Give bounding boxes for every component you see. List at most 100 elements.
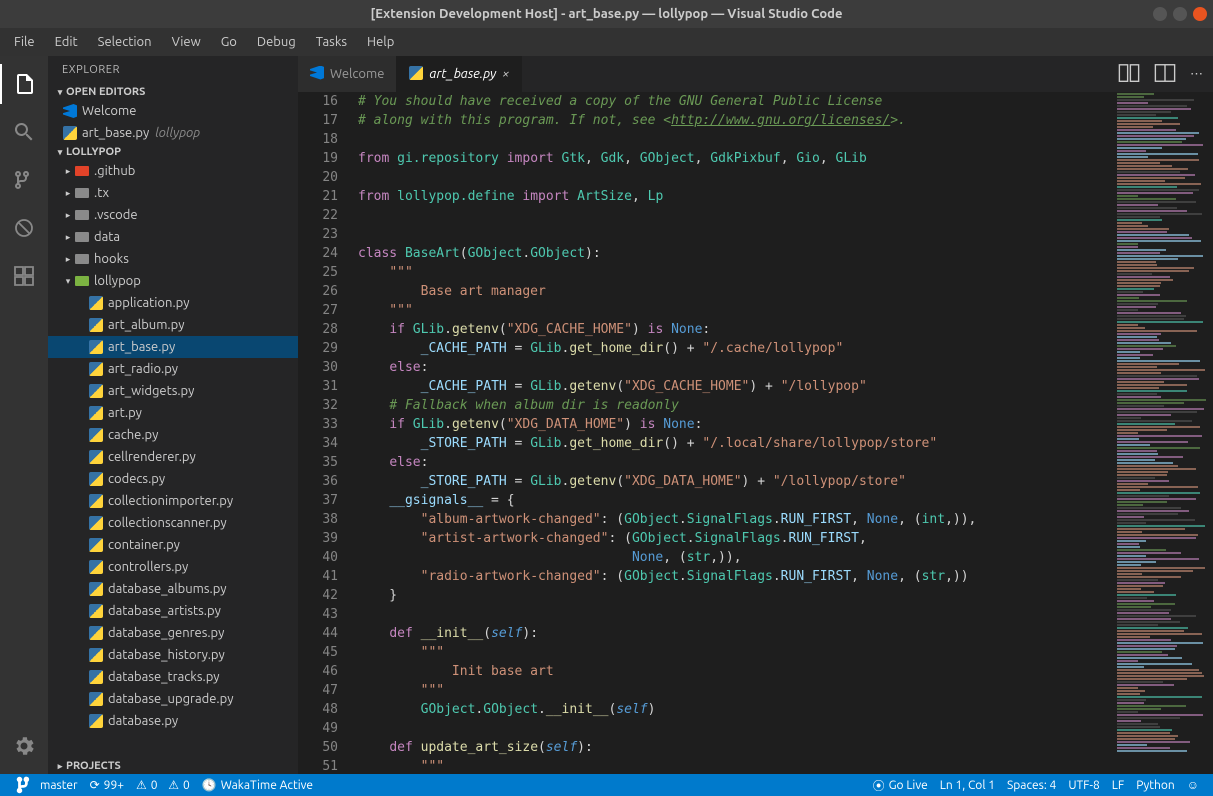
file-item[interactable]: codecs.py (48, 468, 298, 490)
tree-item-label: container.py (108, 538, 180, 552)
menu-tasks[interactable]: Tasks (306, 31, 357, 53)
menu-help[interactable]: Help (357, 31, 404, 53)
file-item[interactable]: cellrenderer.py (48, 446, 298, 468)
activity-extensions[interactable] (0, 256, 48, 296)
menu-edit[interactable]: Edit (45, 31, 88, 53)
file-item[interactable]: art.py (48, 402, 298, 424)
status-feedback[interactable]: ☺ (1181, 777, 1205, 794)
bug-icon (12, 216, 36, 240)
tab[interactable]: art_base.py× (397, 56, 522, 92)
tree-item-label: database_tracks.py (108, 670, 220, 684)
file-item[interactable]: database_tracks.py (48, 666, 298, 688)
file-tree[interactable]: ▸.github ▸ .tx ▸.vscode▸data▸hooks▾lollypop… (48, 160, 298, 758)
editor[interactable]: 1617181920212223242526272829303132333435… (298, 92, 1213, 774)
section-workspace[interactable]: ▾ LOLLYPOP (48, 144, 298, 160)
folder-item[interactable]: ▸.vscode (48, 204, 298, 226)
status-branch[interactable]: master (8, 774, 84, 796)
folder-item[interactable]: ▾lollypop (48, 270, 298, 292)
line-number: 43 (298, 605, 338, 624)
close-icon[interactable]: × (502, 67, 509, 81)
python-file-icon (88, 691, 104, 707)
folder-item[interactable]: ▸data (48, 226, 298, 248)
split-editor-icon[interactable] (1154, 62, 1176, 87)
section-projects[interactable]: ▸ PROJECTS (48, 758, 298, 774)
window-titlebar: [Extension Development Host] - art_base.… (0, 0, 1213, 28)
window-title: [Extension Development Host] - art_base.… (371, 7, 843, 21)
line-number: 51 (298, 757, 338, 774)
status-eol[interactable]: LF (1106, 777, 1130, 794)
python-file-icon (88, 427, 104, 443)
line-number: 47 (298, 681, 338, 700)
file-item[interactable]: database_genres.py (48, 622, 298, 644)
python-file-icon (88, 559, 104, 575)
menu-debug[interactable]: Debug (247, 31, 306, 53)
code-line: __gsignals__ = { (358, 491, 1113, 510)
chevron-right-icon: ▸ (62, 188, 74, 199)
menu-file[interactable]: File (4, 31, 45, 53)
code-line: if GLib.getenv("XDG_CACHE_HOME") is None… (358, 320, 1113, 339)
code-content[interactable]: # You should have received a copy of the… (354, 92, 1113, 774)
file-item[interactable]: collectionimporter.py (48, 490, 298, 512)
code-line: None, (str,)), (358, 548, 1113, 567)
file-item[interactable]: controllers.py (48, 556, 298, 578)
menu-go[interactable]: Go (211, 31, 247, 53)
tree-item-label: .tx (94, 186, 109, 200)
minimize-button[interactable] (1153, 7, 1167, 21)
close-button[interactable] (1193, 7, 1207, 21)
menu-view[interactable]: View (162, 31, 211, 53)
python-file-icon (88, 361, 104, 377)
status-spaces[interactable]: Spaces: 4 (1001, 777, 1062, 794)
menu-selection[interactable]: Selection (88, 31, 162, 53)
statusbar: master ⟳ 99+ ⚠0 ⚠0 🕓 WakaTime Active ⦿ G… (0, 774, 1213, 796)
tree-item-label: cellrenderer.py (108, 450, 196, 464)
more-icon[interactable]: ⋯ (1190, 67, 1203, 82)
python-file-icon (88, 581, 104, 597)
tree-item-label: database_artists.py (108, 604, 221, 618)
code-line: """ (358, 263, 1113, 282)
status-encoding[interactable]: UTF-8 (1062, 777, 1105, 794)
tree-item-label: art.py (108, 406, 142, 420)
activity-debug[interactable] (0, 208, 48, 248)
status-wakatime[interactable]: 🕓 WakaTime Active (196, 778, 319, 792)
file-item[interactable]: database_albums.py (48, 578, 298, 600)
file-item[interactable]: database_upgrade.py (48, 688, 298, 710)
folder-item[interactable]: ▸ .tx (48, 182, 298, 204)
compare-icon[interactable] (1118, 62, 1140, 87)
file-item[interactable]: application.py (48, 292, 298, 314)
status-cursor[interactable]: Ln 1, Col 1 (934, 777, 1001, 794)
file-item[interactable]: art_radio.py (48, 358, 298, 380)
python-file-icon (62, 125, 78, 141)
section-open-editors[interactable]: ▾ OPEN EDITORS (48, 84, 298, 100)
activity-search[interactable] (0, 112, 48, 152)
file-item[interactable]: database_artists.py (48, 600, 298, 622)
maximize-button[interactable] (1173, 7, 1187, 21)
line-number: 38 (298, 510, 338, 529)
sidebar-title: EXPLORER (48, 56, 298, 84)
status-problems[interactable]: ⚠0 ⚠0 (130, 778, 196, 792)
code-line: Base art manager (358, 282, 1113, 301)
tab[interactable]: Welcome (298, 56, 397, 92)
file-item[interactable]: database.py (48, 710, 298, 732)
file-item[interactable]: art_album.py (48, 314, 298, 336)
file-item[interactable]: art_widgets.py (48, 380, 298, 402)
activity-scm[interactable] (0, 160, 48, 200)
folder-item[interactable]: ▸hooks (48, 248, 298, 270)
file-item[interactable]: art_base.py (48, 336, 298, 358)
folder-item[interactable]: ▸.github (48, 160, 298, 182)
file-item[interactable]: cache.py (48, 424, 298, 446)
status-golive[interactable]: ⦿ Go Live (867, 777, 934, 794)
file-item[interactable]: collectionscanner.py (48, 512, 298, 534)
python-file-icon (88, 515, 104, 531)
open-editor-item[interactable]: art_base.pylollypop (48, 122, 298, 144)
file-item[interactable]: database_history.py (48, 644, 298, 666)
status-lang[interactable]: Python (1130, 777, 1181, 794)
activitybar (0, 56, 48, 774)
open-editor-item[interactable]: Welcome (48, 100, 298, 122)
activity-explorer[interactable] (0, 64, 48, 104)
status-sync[interactable]: ⟳ 99+ (84, 778, 130, 792)
window-controls (1153, 7, 1207, 21)
minimap[interactable] (1113, 92, 1213, 774)
activity-settings[interactable] (0, 726, 48, 766)
vscode-icon (62, 103, 78, 119)
file-item[interactable]: container.py (48, 534, 298, 556)
